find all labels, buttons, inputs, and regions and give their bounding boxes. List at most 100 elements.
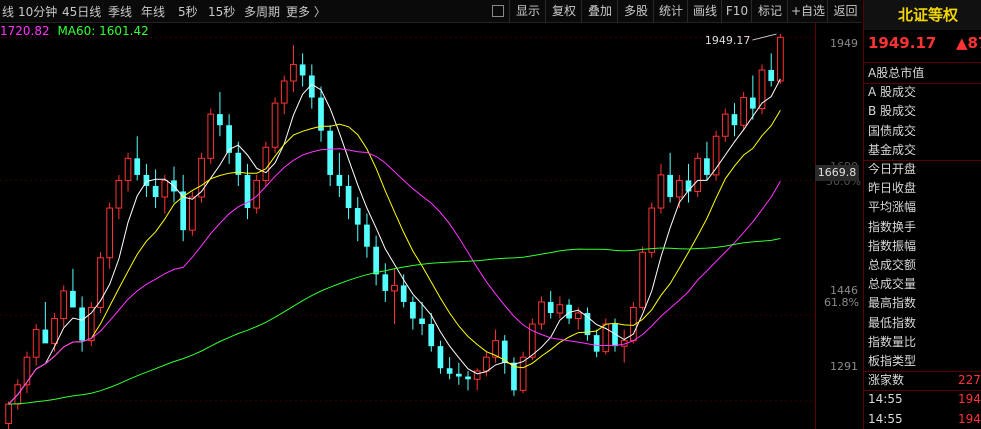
candle-up <box>280 75 288 115</box>
candle-down <box>593 329 600 358</box>
candle-up <box>639 246 646 311</box>
panel-row: 指数换手 <box>864 218 981 237</box>
period-year[interactable]: 年线 <box>141 3 165 20</box>
candle-down <box>373 235 379 286</box>
period-season[interactable]: 季线 <box>108 3 132 20</box>
tool-add-watch[interactable]: +自选 <box>787 0 828 22</box>
tool-adjust[interactable]: 复权 <box>545 0 582 22</box>
candle-down <box>511 357 517 396</box>
panel-row: 今日开盘 <box>864 160 981 179</box>
candle-up <box>124 152 132 192</box>
candle-up <box>538 296 545 330</box>
candle-up <box>60 285 68 327</box>
candlestick-chart[interactable]: 1949.17 <box>0 23 815 429</box>
panel-row: 14:55 1945 <box>864 390 981 409</box>
tool-multistock[interactable]: 多股 <box>617 0 654 22</box>
panel-row-label: 最高指数 <box>868 296 917 311</box>
panel-row-value: 1946 <box>958 411 981 426</box>
panel-row: 总成交额 <box>864 256 981 275</box>
candle-down <box>410 296 416 330</box>
high-label: 1949.17 <box>705 34 751 47</box>
panel-row: 最低指数 <box>864 314 981 333</box>
index-title: 北证等权 <box>864 0 981 30</box>
candle-up <box>712 130 720 181</box>
candle-down <box>235 141 242 186</box>
candle-down <box>455 362 462 385</box>
panel-row: 指数量比 <box>864 333 981 352</box>
index-change: ▲87 <box>956 34 981 52</box>
tool-back[interactable]: 返回 <box>827 0 863 22</box>
candle-down <box>364 213 370 258</box>
candle-down <box>143 163 150 197</box>
tool-f10[interactable]: F10 <box>721 0 752 22</box>
period-multi[interactable]: 多周期 <box>244 3 280 20</box>
candle-up <box>694 152 702 197</box>
ma5-line <box>8 78 781 405</box>
panel-row-label: 总成交额 <box>868 258 917 272</box>
panel-row-label: 昨日收盘 <box>868 181 917 196</box>
period-toolbar: 日线 10分钟 45日线 季线 年线 5秒 15秒 多周期 更多 〉 显示 复权… <box>0 0 862 23</box>
candle-down <box>446 357 453 380</box>
candle-down <box>704 141 710 181</box>
candle-down <box>584 307 591 341</box>
panel-row: 基金成交 <box>864 141 981 161</box>
price-row: 1949.17 ▲87 <box>864 30 981 63</box>
candle-up <box>721 108 729 142</box>
tool-mark[interactable]: 标记 <box>751 0 788 22</box>
close-square-icon[interactable] <box>492 5 504 17</box>
candle-down <box>134 136 141 181</box>
candle-down <box>244 163 251 220</box>
candle-down <box>327 125 334 186</box>
candle-down <box>336 152 343 197</box>
tool-overlay[interactable]: 叠加 <box>581 0 618 22</box>
panel-row: 国债成交 <box>864 122 981 141</box>
price-axis: 1949 1690 50.0% 1446 61.8% 1291 <box>815 23 863 429</box>
tool-display[interactable]: 显示 <box>509 0 546 22</box>
candle-down <box>667 152 673 203</box>
panel-row: 平均涨幅 <box>864 198 981 217</box>
candle-up <box>648 202 656 258</box>
candle-up <box>519 351 527 394</box>
candle-down <box>731 103 738 137</box>
candle-up <box>483 351 490 377</box>
panel-row-value: 227 <box>958 373 981 388</box>
panel-row: 板指类型 <box>864 352 981 372</box>
candle-down <box>152 169 159 209</box>
ma10-line <box>8 110 781 405</box>
candle-up <box>271 97 279 153</box>
candle-down <box>299 53 306 87</box>
candle-down <box>217 92 223 137</box>
panel-row-label: B 股成交 <box>868 104 917 119</box>
panel-row: A股总市值 <box>864 64 981 84</box>
candle-down <box>382 263 389 302</box>
axis-label-1291: 1291 <box>830 360 858 373</box>
candle-up <box>32 324 40 366</box>
panel-row-label: 板指类型 <box>868 354 917 368</box>
axis-label-top: 1949 <box>830 37 858 50</box>
candle-down <box>180 174 187 242</box>
period-15s[interactable]: 15秒 <box>208 3 235 20</box>
period-5s[interactable]: 5秒 <box>178 3 198 20</box>
panel-row-label: 今日开盘 <box>868 162 917 176</box>
panel-row-label: 总成交量 <box>868 277 917 292</box>
panel-row-label: 最低指数 <box>868 315 917 330</box>
candle-down <box>768 53 775 87</box>
tool-stats[interactable]: 统计 <box>653 0 688 22</box>
candle-up <box>620 329 628 363</box>
candle-up <box>657 163 665 214</box>
candle-up <box>740 92 748 131</box>
period-10min[interactable]: 10分钟 <box>18 3 57 20</box>
period-day[interactable]: 日线 <box>0 3 14 20</box>
candle-down <box>465 371 471 391</box>
period-more[interactable]: 更多 〉 <box>286 3 326 20</box>
axis-label-618: 61.8% <box>824 296 859 309</box>
panel-row-value: 1945 <box>958 392 981 407</box>
axis-cursor-value: 1669.8 <box>815 165 859 181</box>
candle-down <box>437 340 444 374</box>
panel-row: 14:55 1946 <box>864 410 981 429</box>
panel-row-label: A 股成交 <box>868 85 917 100</box>
period-45day[interactable]: 45日线 <box>62 3 101 20</box>
tool-draw[interactable]: 画线 <box>687 0 722 22</box>
candle-down <box>79 296 85 352</box>
candle-up <box>391 268 398 325</box>
